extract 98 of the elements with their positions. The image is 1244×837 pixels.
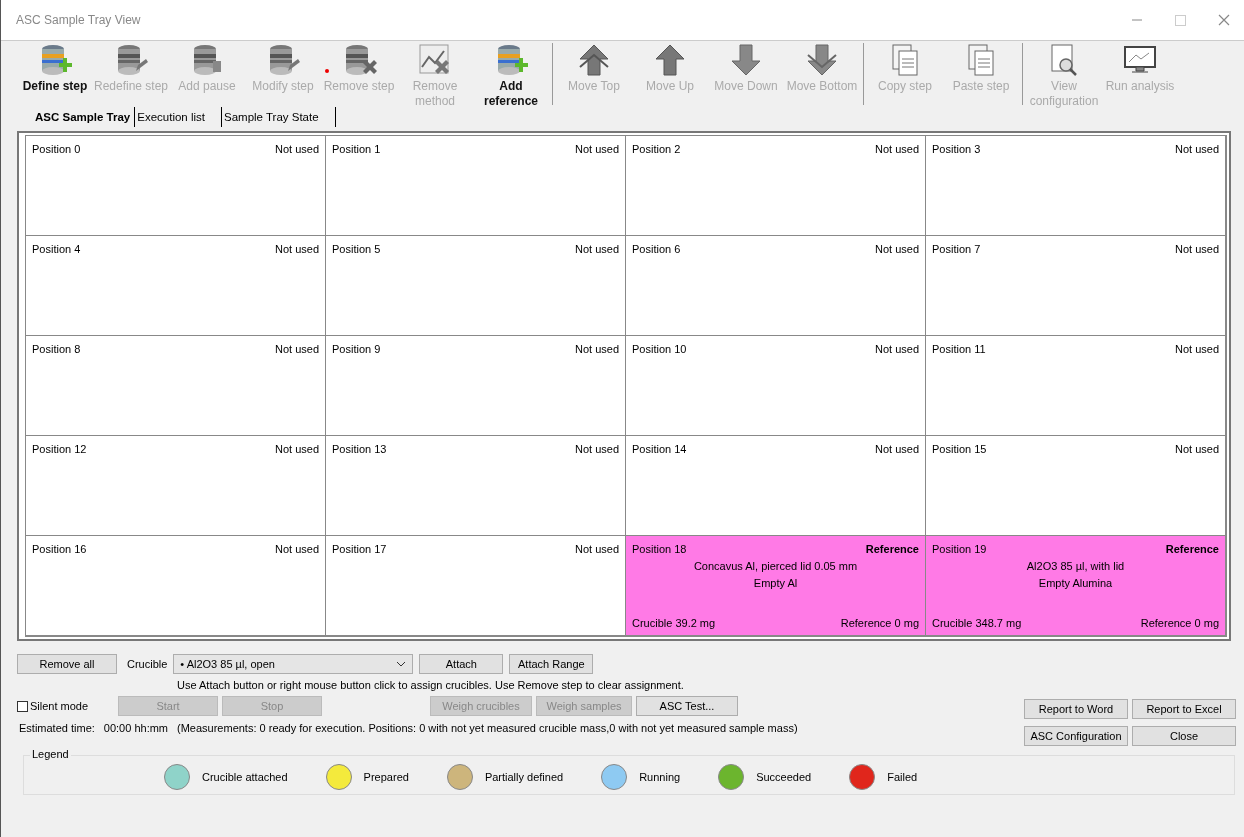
position-status: Not used	[274, 343, 319, 355]
tray-position[interactable]: Position 6 Not used	[626, 236, 926, 336]
position-name: Position 13	[332, 443, 387, 455]
legend-label: Failed	[887, 771, 918, 783]
close-icon[interactable]	[1218, 14, 1230, 26]
crucible-type: Al2O3 85 µl, with lid	[1025, 560, 1126, 572]
legend-label: Running	[639, 771, 681, 783]
position-name: Position 15	[932, 443, 987, 455]
action-button[interactable]: ASC Test...	[636, 696, 738, 716]
crucible-dropdown[interactable]: • Al2O3 85 µl, open	[173, 654, 414, 674]
tab[interactable]: Execution list	[135, 107, 222, 127]
arrow-up-icon	[576, 43, 612, 77]
tray-position[interactable]: Position 12 Not used	[26, 436, 326, 536]
tab[interactable]: ASC Sample Tray	[33, 107, 136, 127]
tray-position[interactable]: Position 19 Reference Al2O3 85 µl, with lid Empty Alumina Crucible 348.7 mg Reference 0 mg	[926, 536, 1226, 636]
tray-position[interactable]: Position 13 Not used	[326, 436, 626, 536]
crucible-type: Concavus Al, pierced lid 0.05 mm	[692, 560, 859, 572]
tray-position[interactable]: Position 0 Not used	[26, 136, 326, 236]
position-name: Position 10	[632, 343, 687, 355]
measurement-summary: (Measurements: 0 ready for execution. Positions: 0 with not yet measured crucible mass,0 with not yet measured sample mass)	[177, 722, 798, 734]
position-name: Position 19	[932, 543, 987, 555]
tray-position[interactable]: Position 3 Not used	[926, 136, 1226, 236]
position-name: Position 18	[632, 543, 687, 555]
reference-mass: Reference 0 mg	[1140, 617, 1219, 629]
position-status: Not used	[1174, 343, 1219, 355]
position-name: Position 0	[32, 143, 81, 155]
legend-label: Crucible attached	[202, 771, 288, 783]
position-status: Not used	[1174, 243, 1219, 255]
attach-button[interactable]: Attach	[419, 654, 504, 674]
estimated-time-value: 00:00 hh:mm	[103, 722, 168, 734]
tray-position[interactable]: Position 4 Not used	[26, 236, 326, 336]
position-name: Position 6	[632, 243, 681, 255]
position-name: Position 2	[632, 143, 681, 155]
report-button[interactable]: Report to Excel	[1132, 699, 1236, 719]
dot-icon	[325, 69, 329, 73]
remove-all-button[interactable]: Remove all	[17, 654, 117, 674]
legend-label: Partially defined	[484, 771, 564, 783]
tray-position[interactable]: Position 5 Not used	[326, 236, 626, 336]
position-status: Not used	[874, 243, 919, 255]
toolbar-button[interactable]: Add reference	[473, 41, 549, 109]
legend-title: Legend	[30, 748, 71, 760]
position-status: Not used	[874, 143, 919, 155]
sample-name: Empty Al	[752, 577, 799, 589]
reference-mass: Reference 0 mg	[840, 617, 919, 629]
tray-position[interactable]: Position 2 Not used	[626, 136, 926, 236]
crucible-label: Crucible	[127, 658, 168, 670]
position-status: Not used	[574, 543, 619, 555]
window-title: ASC Sample Tray View	[16, 13, 141, 27]
tray-position[interactable]: Position 8 Not used	[26, 336, 326, 436]
tray-position[interactable]: Position 16 Not used	[26, 536, 326, 636]
report-button[interactable]: ASC Configuration	[1024, 726, 1128, 746]
position-status: Not used	[574, 143, 619, 155]
position-status: Reference	[1165, 543, 1219, 555]
position-status: Not used	[1174, 443, 1219, 455]
position-name: Position 17	[332, 543, 387, 555]
tray-position[interactable]: Position 1 Not used	[326, 136, 626, 236]
position-name: Position 5	[332, 243, 381, 255]
estimated-time-label: Estimated time:	[19, 722, 95, 734]
tray-position[interactable]: Position 11 Not used	[926, 336, 1226, 436]
position-name: Position 14	[632, 443, 687, 455]
position-status: Not used	[874, 443, 919, 455]
checkbox[interactable]	[17, 700, 28, 712]
position-name: Position 9	[332, 343, 381, 355]
position-status: Not used	[574, 443, 619, 455]
position-status: Not used	[274, 143, 319, 155]
tray-position[interactable]: Position 10 Not used	[626, 336, 926, 436]
tab[interactable]: Sample Tray State	[222, 107, 336, 127]
position-status: Not used	[274, 243, 319, 255]
hint-text: Use Attach button or right mouse button click to assign crucibles. Use Remove step to clear assignment.	[177, 679, 684, 691]
position-name: Position 16	[32, 543, 87, 555]
position-status: Not used	[874, 343, 919, 355]
position-status: Not used	[574, 243, 619, 255]
crucible-mass: Crucible 39.2 mg	[632, 617, 716, 629]
silent-mode-label: Silent mode	[30, 700, 89, 712]
position-name: Position 12	[32, 443, 87, 455]
tray-position[interactable]: Position 9 Not used	[326, 336, 626, 436]
legend-label: Succeeded	[756, 771, 812, 783]
position-status: Not used	[274, 543, 319, 555]
report-button[interactable]: Close	[1132, 726, 1236, 746]
position-status: Not used	[574, 343, 619, 355]
position-name: Position 7	[932, 243, 981, 255]
position-name: Position 3	[932, 143, 981, 155]
position-name: Position 8	[32, 343, 81, 355]
attach-range-button[interactable]: Attach Range	[509, 654, 594, 674]
chevron-down-icon	[396, 661, 407, 667]
arrow-down-icon	[804, 43, 840, 77]
position-status: Not used	[1174, 143, 1219, 155]
position-name: Position 4	[32, 243, 81, 255]
position-name: Position 1	[332, 143, 381, 155]
crucible-mass: Crucible 348.7 mg	[932, 617, 1022, 629]
legend-label: Prepared	[363, 771, 409, 783]
tray-position[interactable]: Position 18 Reference Concavus Al, pierced lid 0.05 mm Empty Al Crucible 39.2 mg Reference 0 mg	[626, 536, 926, 636]
position-name: Position 11	[932, 343, 986, 355]
tray-position[interactable]: Position 7 Not used	[926, 236, 1226, 336]
report-button[interactable]: Report to Word	[1024, 699, 1128, 719]
position-status: Reference	[865, 543, 919, 555]
sample-name: Empty Alumina	[1037, 577, 1114, 589]
position-status: Not used	[274, 443, 319, 455]
